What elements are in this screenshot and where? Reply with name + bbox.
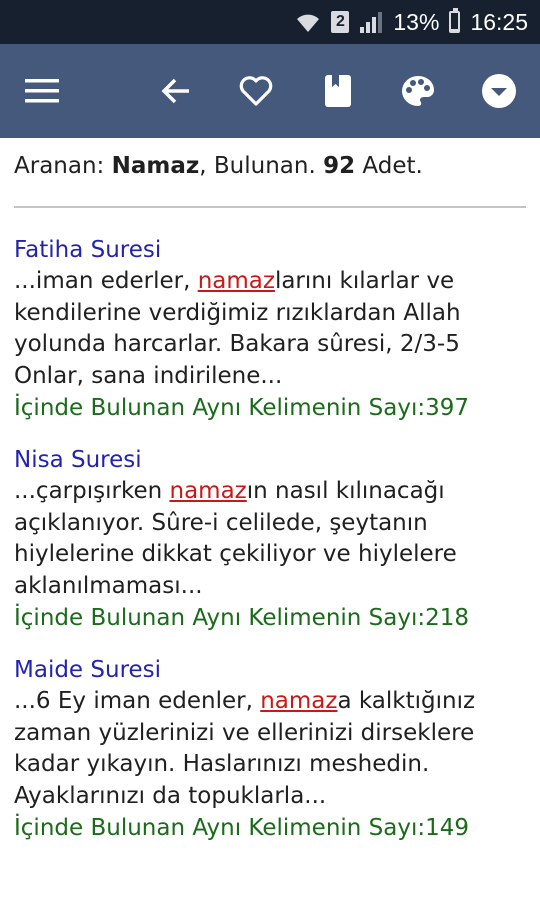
highlighted-term: namaz bbox=[169, 478, 247, 504]
result-snippet: ...çarpışırken namazın nasıl kılınacağı … bbox=[14, 478, 457, 599]
word-count-line: İçinde Bulunan Aynı Kelimenin Sayı:397 bbox=[14, 395, 470, 421]
list-item[interactable]: Nisa Suresi ...çarpışırken namazın nasıl… bbox=[14, 444, 526, 634]
battery-percent: 13% bbox=[393, 8, 440, 35]
sura-title[interactable]: Maide Suresi bbox=[14, 654, 526, 686]
wifi-icon bbox=[295, 10, 321, 34]
list-item[interactable]: Maide Suresi ...6 Ey iman edenler, namaz… bbox=[14, 654, 526, 844]
battery-icon bbox=[449, 8, 461, 33]
word-count-line: İçinde Bulunan Aynı Kelimenin Sayı:218 bbox=[14, 605, 470, 631]
results-list: Fatiha Suresi ...iman ederler, namazları… bbox=[0, 208, 540, 844]
list-item[interactable]: Fatiha Suresi ...iman ederler, namazları… bbox=[14, 234, 526, 424]
signal-icon bbox=[359, 11, 383, 33]
highlighted-term: namaz bbox=[197, 268, 275, 294]
status-bar: 2 13% 16:25 bbox=[0, 0, 540, 44]
sura-title[interactable]: Fatiha Suresi bbox=[14, 234, 526, 266]
search-query: Namaz bbox=[111, 153, 200, 179]
heart-icon[interactable] bbox=[236, 71, 276, 111]
result-count: 92 bbox=[323, 153, 356, 179]
summary-prefix: Aranan: bbox=[14, 153, 112, 179]
search-summary: Aranan: Namaz, Bulunan. 92 Adet. bbox=[0, 138, 540, 192]
highlighted-term: namaz bbox=[260, 688, 338, 714]
toolbar bbox=[0, 44, 540, 138]
bookmark-icon[interactable] bbox=[318, 71, 358, 111]
clock: 16:25 bbox=[470, 8, 528, 35]
summary-middle: , Bulunan. bbox=[199, 153, 324, 179]
back-arrow-icon[interactable] bbox=[156, 71, 196, 111]
sura-title[interactable]: Nisa Suresi bbox=[14, 444, 526, 476]
result-snippet: ...iman ederler, namazlarını kılarlar ve… bbox=[14, 268, 461, 389]
menu-icon[interactable] bbox=[22, 71, 62, 111]
dropdown-icon[interactable] bbox=[479, 71, 519, 111]
result-snippet: ...6 Ey iman edenler, namaza kalktığınız… bbox=[14, 688, 476, 809]
sim-badge: 2 bbox=[331, 11, 350, 33]
summary-suffix: Adet. bbox=[355, 153, 423, 179]
palette-icon[interactable] bbox=[398, 71, 438, 111]
word-count-line: İçinde Bulunan Aynı Kelimenin Sayı:149 bbox=[14, 815, 470, 841]
